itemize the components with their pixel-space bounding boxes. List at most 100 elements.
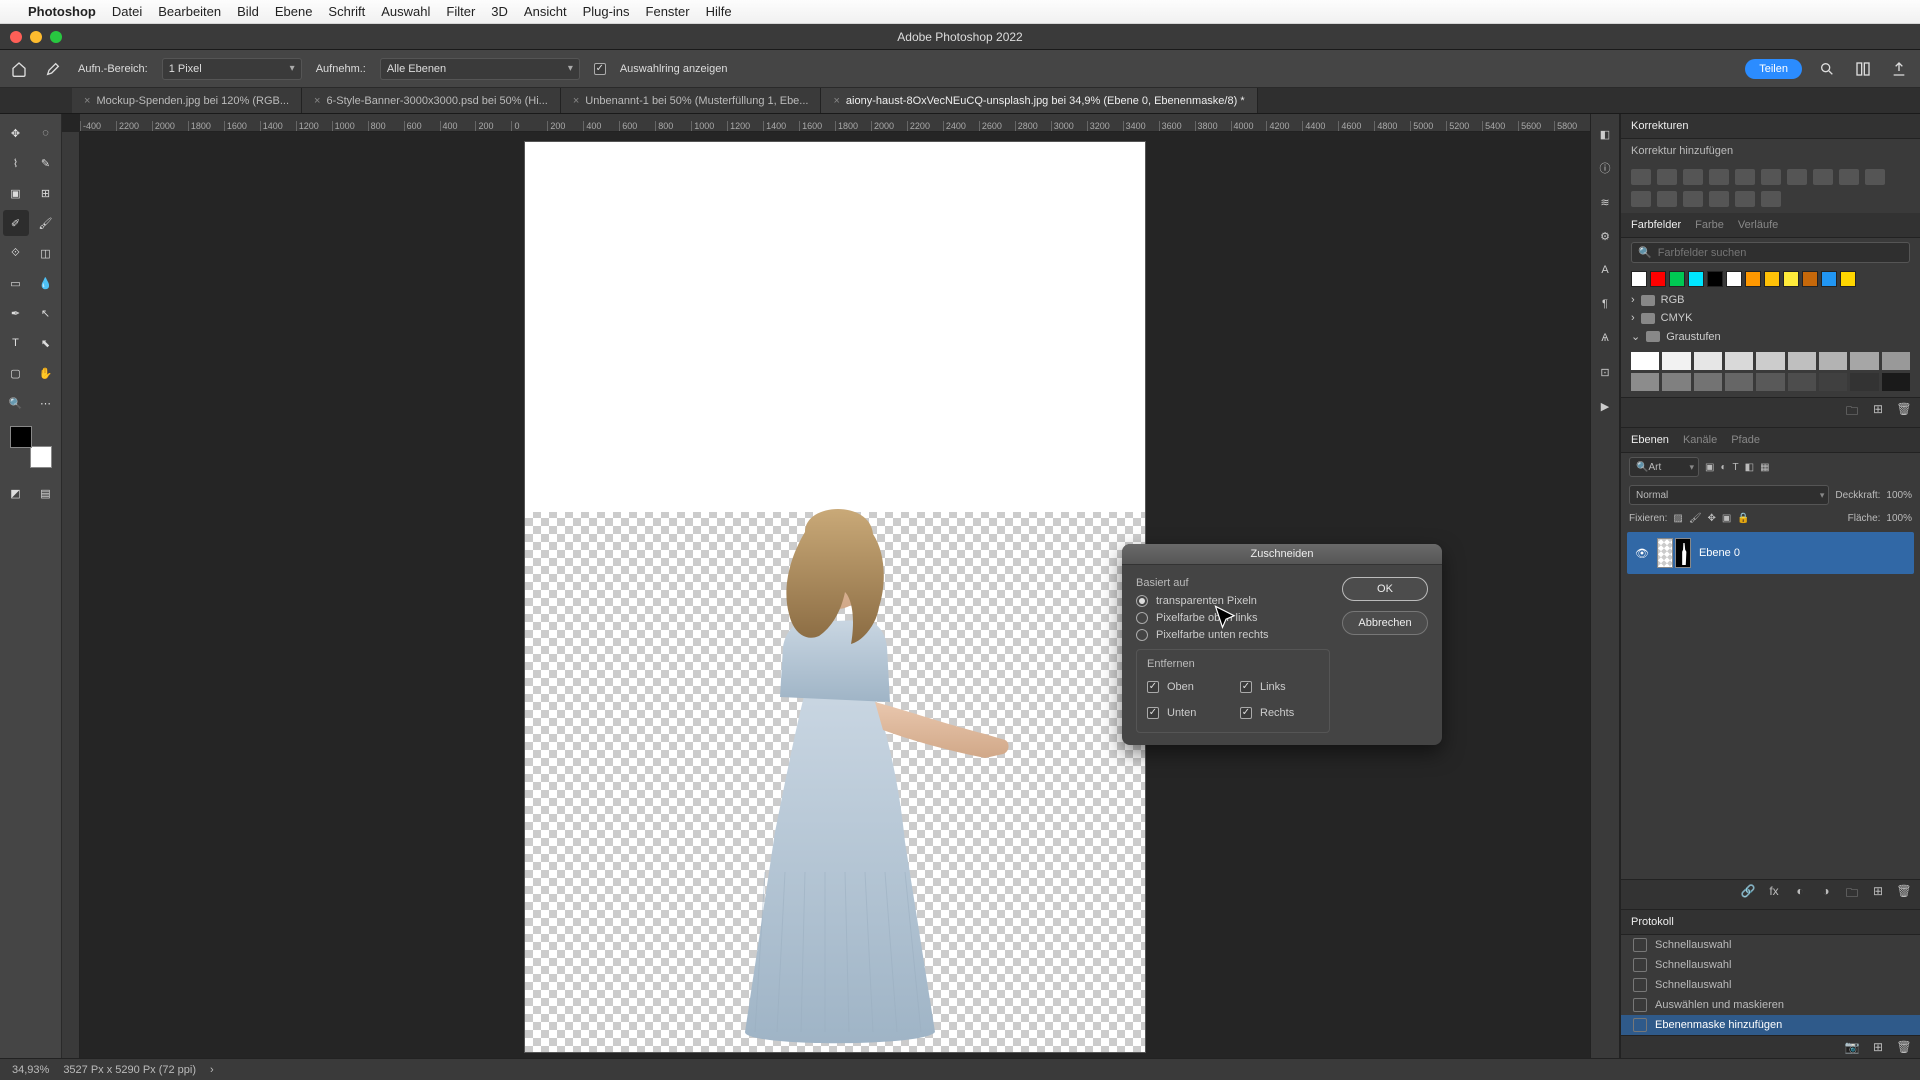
panel-tab-adjustments[interactable]: Korrekturen — [1631, 120, 1688, 132]
panel-tab-layers[interactable]: Ebenen — [1631, 434, 1669, 446]
swatch[interactable] — [1882, 352, 1910, 370]
swatch[interactable] — [1707, 271, 1723, 287]
move-tool-icon[interactable]: ✥ — [3, 120, 29, 146]
swatch[interactable] — [1726, 271, 1742, 287]
swatch[interactable] — [1650, 271, 1666, 287]
doc-dimensions[interactable]: 3527 Px x 5290 Px (72 ppi) — [63, 1064, 196, 1076]
swatch[interactable] — [1819, 373, 1847, 391]
menu-3d[interactable]: 3D — [491, 4, 508, 19]
canvas-area[interactable]: -400220020001800160014001200100080060040… — [62, 114, 1590, 1058]
new-layer-icon[interactable]: ⊞ — [1870, 884, 1886, 905]
radio-topleft-pixel[interactable] — [1136, 612, 1148, 624]
filter-adjust-icon[interactable]: ◐ — [1720, 462, 1726, 473]
marquee-tool-icon[interactable]: ◌ — [33, 120, 59, 146]
hand-tool-icon[interactable]: ✋ — [33, 360, 59, 386]
swatch[interactable] — [1819, 352, 1847, 370]
adj-hue-icon[interactable] — [1761, 169, 1781, 185]
adj-exposure-icon[interactable] — [1709, 169, 1729, 185]
swatch-search-input[interactable] — [1658, 247, 1903, 259]
sample-from-select[interactable]: Alle Ebenen — [380, 58, 580, 80]
doc-tab[interactable]: ×Unbenannt-1 bei 50% (Musterfüllung 1, E… — [561, 88, 822, 113]
mask-icon[interactable]: ◐ — [1792, 884, 1808, 905]
close-tab-icon[interactable]: × — [84, 95, 90, 107]
swatch[interactable] — [1788, 352, 1816, 370]
panel-tab-paths[interactable]: Pfade — [1731, 434, 1760, 446]
sample-area-select[interactable]: 1 Pixel — [162, 58, 302, 80]
brushes-icon[interactable]: ⊡ — [1595, 362, 1615, 382]
new-folder-icon[interactable]: 🗀 — [1844, 402, 1860, 423]
panel-tab-swatches[interactable]: Farbfelder — [1631, 219, 1681, 231]
checkbox-left[interactable] — [1240, 681, 1252, 693]
adj-brightness-icon[interactable] — [1631, 169, 1651, 185]
menu-view[interactable]: Ansicht — [524, 4, 567, 19]
info-icon[interactable]: ⓘ — [1595, 158, 1615, 178]
swatch[interactable] — [1631, 373, 1659, 391]
swatch[interactable] — [1631, 352, 1659, 370]
adj-selective-color-icon[interactable] — [1735, 191, 1755, 207]
swatch[interactable] — [1694, 373, 1722, 391]
workspace-icon[interactable] — [1852, 58, 1874, 80]
show-sampling-ring-checkbox[interactable] — [594, 63, 606, 75]
filter-shape-icon[interactable]: ◧ — [1745, 462, 1754, 473]
menu-type[interactable]: Schrift — [328, 4, 365, 19]
swatch[interactable] — [1756, 352, 1784, 370]
swatch[interactable] — [1662, 352, 1690, 370]
lock-artboard-icon[interactable]: ▣ — [1722, 513, 1731, 524]
adj-invert-icon[interactable] — [1631, 191, 1651, 207]
close-tab-icon[interactable]: × — [833, 95, 839, 107]
visibility-eye-icon[interactable]: 👁 — [1635, 547, 1649, 560]
swatch-folder[interactable]: ›RGB — [1621, 291, 1920, 309]
filter-smart-icon[interactable]: ▦ — [1760, 462, 1769, 473]
group-icon[interactable]: 🗀 — [1844, 884, 1860, 905]
swatch[interactable] — [1756, 373, 1784, 391]
filter-type-icon[interactable]: T — [1733, 462, 1739, 473]
pen-tool-icon[interactable]: ✒ — [3, 300, 29, 326]
zoom-level[interactable]: 34,93% — [12, 1064, 49, 1076]
swatch[interactable] — [1850, 352, 1878, 370]
screenmode-icon[interactable]: ▤ — [33, 480, 59, 506]
cancel-button[interactable]: Abbrechen — [1342, 611, 1428, 635]
frame-tool-icon[interactable]: ⊞ — [33, 180, 59, 206]
history-item[interactable]: Auswählen und maskieren — [1621, 995, 1920, 1015]
menu-layer[interactable]: Ebene — [275, 4, 313, 19]
ruler-horizontal[interactable]: -400220020001800160014001200100080060040… — [80, 114, 1590, 132]
adj-bw-icon[interactable] — [1787, 169, 1807, 185]
panel-tab-color[interactable]: Farbe — [1695, 219, 1724, 231]
more-tools-icon[interactable]: ⋯ — [33, 390, 59, 416]
adjustments-icon[interactable]: ⚙ — [1595, 226, 1615, 246]
foreground-background-swatch[interactable] — [10, 426, 52, 468]
menu-edit[interactable]: Bearbeiten — [158, 4, 221, 19]
doc-tab-active[interactable]: ×aiony-haust-8OxVecNEuCQ-unsplash.jpg be… — [821, 88, 1257, 113]
quickmask-icon[interactable]: ◩ — [3, 480, 29, 506]
zoom-tool-icon[interactable]: 🔍 — [3, 390, 29, 416]
doc-tab[interactable]: ×Mockup-Spenden.jpg bei 120% (RGB... — [72, 88, 302, 113]
delete-history-icon[interactable]: 🗑 — [1896, 1040, 1912, 1054]
ok-button[interactable]: OK — [1342, 577, 1428, 601]
current-tool-icon[interactable] — [42, 58, 64, 80]
filter-pixel-icon[interactable]: ▣ — [1705, 462, 1714, 473]
close-tab-icon[interactable]: × — [573, 95, 579, 107]
menu-filter[interactable]: Filter — [446, 4, 475, 19]
properties-icon[interactable]: ≋ — [1595, 192, 1615, 212]
swatch[interactable] — [1725, 373, 1753, 391]
lock-paint-icon[interactable]: 🖌 — [1689, 513, 1702, 524]
link-layers-icon[interactable]: 🔗 — [1740, 884, 1756, 905]
adjustment-layer-icon[interactable]: ◑ — [1818, 884, 1834, 905]
fx-icon[interactable]: fx — [1766, 884, 1782, 905]
eraser-tool-icon[interactable]: ◫ — [33, 240, 59, 266]
history-item[interactable]: Schnellauswahl — [1621, 935, 1920, 955]
checkbox-bottom[interactable] — [1147, 707, 1159, 719]
swatch[interactable] — [1694, 352, 1722, 370]
adj-posterize-icon[interactable] — [1657, 191, 1677, 207]
snapshot-icon[interactable]: 📷 — [1844, 1040, 1860, 1054]
lasso-tool-icon[interactable]: ⌇ — [3, 150, 29, 176]
character-icon[interactable]: A — [1595, 260, 1615, 280]
lock-position-icon[interactable]: ✥ — [1708, 513, 1716, 524]
type-tool-icon[interactable]: T — [3, 330, 29, 356]
swatch[interactable] — [1821, 271, 1837, 287]
new-swatch-icon[interactable]: ⊞ — [1870, 402, 1886, 423]
swatch[interactable] — [1764, 271, 1780, 287]
swatch[interactable] — [1882, 373, 1910, 391]
crop-tool-icon[interactable]: ▣ — [3, 180, 29, 206]
search-icon[interactable] — [1816, 58, 1838, 80]
